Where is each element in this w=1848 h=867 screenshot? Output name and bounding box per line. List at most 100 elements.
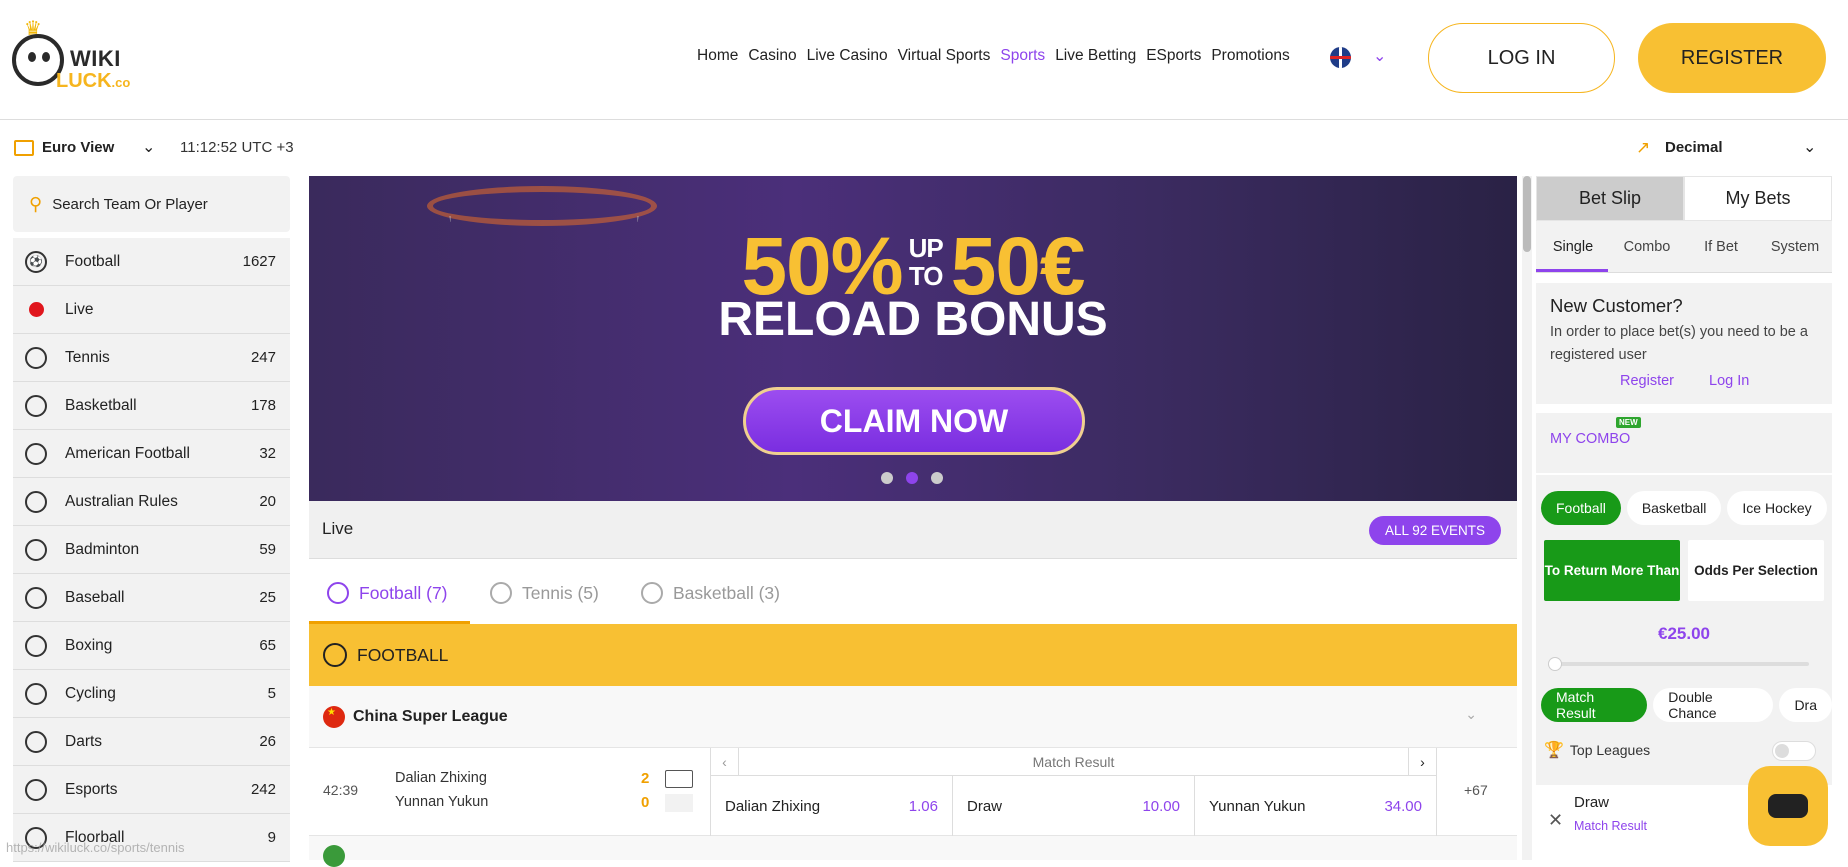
match-time: 42:39	[323, 782, 359, 798]
wikiluck-logo[interactable]: ♛ WIKI LUCK.co	[6, 14, 136, 104]
search-input[interactable]: ⚲ Search Team Or Player	[13, 176, 290, 232]
main-scrollbar[interactable]	[1522, 176, 1532, 860]
odd-draw[interactable]: Draw 10.00	[953, 776, 1195, 836]
odd-away[interactable]: Yunnan Yukun 34.00	[1195, 776, 1436, 836]
sidebar-item-basketball[interactable]: Basketball 178	[13, 382, 290, 430]
nav-promotions[interactable]: Promotions	[1211, 47, 1289, 65]
pill-match-result[interactable]: Match Result	[1541, 688, 1648, 722]
more-markets-link[interactable]: +67	[1464, 782, 1488, 798]
auth-links: Register Log In	[1550, 373, 1818, 389]
sidebar-item-tennis[interactable]: Tennis 247	[13, 334, 290, 382]
sidebar-item-cycling[interactable]: Cycling 5	[13, 670, 290, 718]
sidebar-item-count: 5	[267, 685, 276, 702]
next-league-header[interactable]	[309, 836, 1517, 867]
tab-basketball[interactable]: Basketball (3)	[641, 582, 780, 604]
register-button[interactable]: REGISTER	[1638, 23, 1826, 93]
search-placeholder: Search Team Or Player	[52, 195, 208, 213]
scrollbar-thumb[interactable]	[1523, 176, 1531, 252]
chevron-down-icon[interactable]: ⌄	[142, 137, 155, 157]
carousel-dot-active[interactable]	[906, 472, 918, 484]
home-team: Dalian Zhixing	[395, 770, 487, 786]
league-header[interactable]: China Super League ⌄	[309, 686, 1517, 748]
nav-casino[interactable]: Casino	[748, 47, 796, 65]
mascot-eye-right	[42, 52, 50, 62]
nav-esports[interactable]: ESports	[1146, 47, 1201, 65]
slider-knob[interactable]	[1548, 657, 1562, 671]
claim-now-button[interactable]: CLAIM NOW	[743, 387, 1085, 455]
pill-double-chance[interactable]: Double Chance	[1653, 688, 1774, 722]
odds-format-select[interactable]: Decimal	[1665, 139, 1723, 156]
tab-tennis[interactable]: Tennis (5)	[490, 582, 599, 604]
amount-slider[interactable]	[1548, 657, 1809, 671]
sidebar-item-count: 1627	[242, 253, 276, 270]
chevron-down-icon[interactable]: ⌄	[1465, 706, 1477, 723]
chevron-down-icon[interactable]: ⌄	[1373, 46, 1386, 66]
sidebar-item-label: Badminton	[65, 540, 140, 558]
chevron-down-icon[interactable]: ⌄	[1803, 137, 1816, 157]
register-link[interactable]: Register	[1620, 373, 1674, 389]
country-flag-icon	[323, 845, 345, 867]
nav-home[interactable]: Home	[697, 47, 738, 65]
carousel-dot[interactable]	[931, 472, 943, 484]
pill-football[interactable]: Football	[1541, 491, 1621, 525]
nav-live-casino[interactable]: Live Casino	[807, 47, 888, 65]
sidebar-item-badminton[interactable]: Badminton 59	[13, 526, 290, 574]
pill-draw-no-bet[interactable]: Dra	[1779, 688, 1832, 722]
tab-bet-slip[interactable]: Bet Slip	[1536, 176, 1684, 221]
uk-flag-icon[interactable]	[1330, 47, 1351, 68]
chevron-right-icon[interactable]: ›	[1408, 748, 1436, 776]
combo-market-pills: Match Result Double Chance Dra	[1541, 688, 1832, 722]
login-button[interactable]: LOG IN	[1428, 23, 1615, 93]
banner-subheadline: RELOAD BONUS	[718, 293, 1108, 346]
tab-system[interactable]: System	[1758, 239, 1832, 255]
league-name: China Super League	[353, 707, 508, 725]
close-icon[interactable]: ✕	[1548, 810, 1563, 831]
carousel-dot[interactable]	[881, 472, 893, 484]
my-combo-title[interactable]: MY COMBO	[1550, 431, 1630, 447]
view-mode-select[interactable]: Euro View	[42, 139, 114, 156]
sidebar-item-esports[interactable]: Esports 242	[13, 766, 290, 814]
pill-ice-hockey[interactable]: Ice Hockey	[1727, 491, 1827, 525]
tab-my-bets[interactable]: My Bets	[1684, 176, 1832, 221]
sidebar-item-label: Baseball	[65, 588, 125, 606]
market-header: ‹ Match Result ›	[711, 748, 1436, 776]
nav-live-betting[interactable]: Live Betting	[1055, 47, 1136, 65]
badminton-icon	[25, 538, 47, 561]
to-return-more-than-button[interactable]: To Return More Than	[1544, 540, 1680, 601]
chat-widget-button[interactable]	[1748, 766, 1828, 846]
odds-format-icon: ↗	[1636, 138, 1651, 157]
sidebar-item-football[interactable]: ⚽ Football 1627	[13, 238, 290, 286]
tab-if-bet[interactable]: If Bet	[1684, 239, 1758, 255]
all-events-button[interactable]: ALL 92 EVENTS	[1369, 516, 1501, 545]
match-row[interactable]: 42:39 Dalian Zhixing Yunnan Yukun 2 0 ‹ …	[309, 748, 1517, 836]
sidebar-item-boxing[interactable]: Boxing 65	[13, 622, 290, 670]
odds-per-selection-button[interactable]: Odds Per Selection	[1688, 540, 1824, 601]
pill-basketball[interactable]: Basketball	[1626, 491, 1722, 525]
tab-label: Basketball (3)	[673, 582, 780, 603]
nav-sports[interactable]: Sports	[1000, 47, 1045, 65]
pitch-stats-icon[interactable]	[665, 770, 693, 788]
login-link[interactable]: Log In	[1709, 373, 1749, 389]
nav-virtual-sports[interactable]: Virtual Sports	[898, 47, 991, 65]
sidebar-item-live[interactable]: Live	[13, 286, 290, 334]
sidebar-item-label: American Football	[65, 444, 190, 462]
promo-banner[interactable]: 50% UP TO 50€ RELOAD BONUS CLAIM NOW	[309, 176, 1517, 501]
chevron-left-icon[interactable]: ‹	[711, 748, 739, 776]
selection-market: Match Result	[1574, 819, 1647, 833]
top-leagues-toggle[interactable]	[1772, 741, 1816, 761]
section-title: FOOTBALL	[357, 644, 449, 665]
tab-football[interactable]: Football (7)	[327, 582, 448, 604]
sidebar-item-darts[interactable]: Darts 26	[13, 718, 290, 766]
football-icon	[327, 582, 349, 604]
sidebar-item-baseball[interactable]: Baseball 25	[13, 574, 290, 622]
odd-value: 34.00	[1384, 797, 1422, 815]
tab-combo[interactable]: Combo	[1610, 239, 1684, 255]
sidebar-item-australian-rules[interactable]: Australian Rules 20	[13, 478, 290, 526]
odd-home[interactable]: Dalian Zhixing 1.06	[711, 776, 953, 836]
sidebar-item-american-football[interactable]: American Football 32	[13, 430, 290, 478]
tab-single[interactable]: Single	[1536, 239, 1610, 255]
football-icon	[323, 643, 347, 667]
sidebar-item-count: 65	[259, 637, 276, 654]
view-mode-icon	[14, 140, 34, 156]
market-name: Match Result	[1032, 753, 1115, 770]
